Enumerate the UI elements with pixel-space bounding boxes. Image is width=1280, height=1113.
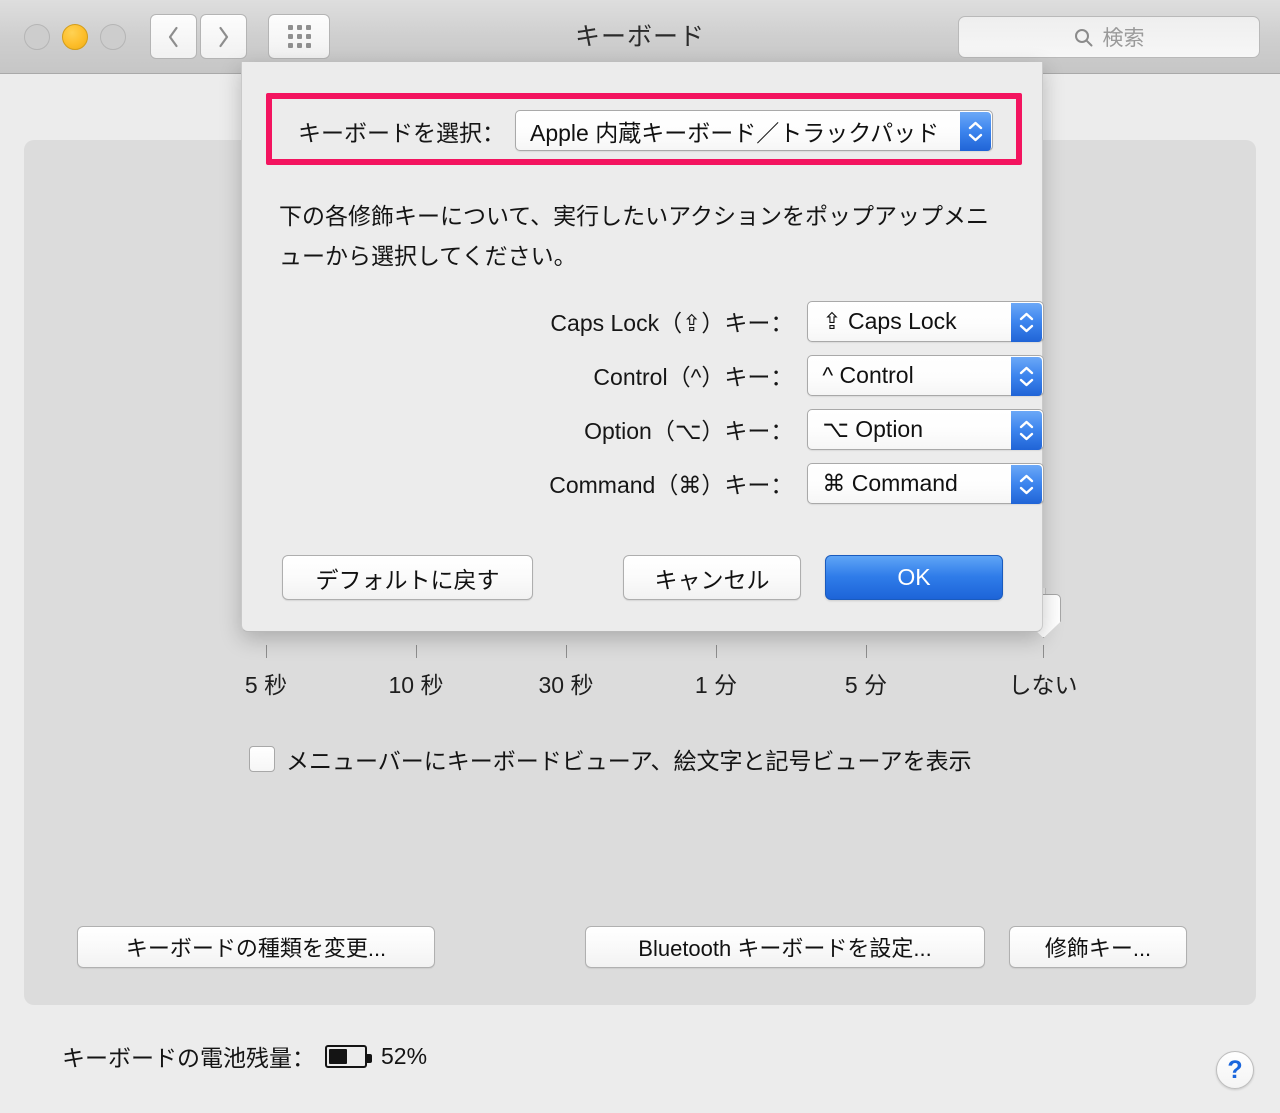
chevron-down-icon <box>1019 378 1034 386</box>
option-action-dropdown[interactable]: ⌥ Option <box>807 408 1044 450</box>
modifier-row-command: Command（⌘）キー： ⌘ Command <box>242 456 1044 510</box>
battery-icon <box>325 1044 372 1068</box>
command-action-dropdown[interactable]: ⌘ Command <box>807 462 1044 504</box>
modifier-keys-sheet: キーボードを選択： Apple 内蔵キーボード／トラックパッド 下の各修飾キーに… <box>241 62 1044 632</box>
slider-tick-label: 1 分 <box>694 672 738 698</box>
slider-tick-label: 10 秒 <box>388 672 444 698</box>
restore-defaults-button[interactable]: デフォルトに戻す <box>282 555 533 600</box>
ok-button[interactable]: OK <box>825 555 1003 600</box>
chevron-up-icon <box>1019 474 1034 482</box>
modifier-row-caps-lock: Caps Lock（⇪）キー： ⇪ Caps Lock <box>242 294 1044 348</box>
keyboard-preferences-window: キーボード 検索 5 秒 10 秒 30 秒 1 分 5 分 しない メニューバ… <box>0 0 1280 1113</box>
stepper-arrows-icon[interactable] <box>1011 464 1042 504</box>
sheet-description: 下の各修飾キーについて、実行したいアクションをポップアップメニューから選択してく… <box>279 203 990 269</box>
show-viewers-label: メニューバーにキーボードビューア、絵文字と記号ビューアを表示 <box>286 748 972 774</box>
slider-tick-label: 5 秒 <box>244 672 288 698</box>
keyboard-select-row: キーボードを選択： Apple 内蔵キーボード／トラックパッド <box>298 110 993 151</box>
stepper-arrows-icon[interactable] <box>960 112 991 151</box>
caps-lock-action-dropdown[interactable]: ⇪ Caps Lock <box>807 300 1044 342</box>
stepper-arrows-icon[interactable] <box>1011 356 1042 396</box>
modifier-key-rows: Caps Lock（⇪）キー： ⇪ Caps Lock Control（^）キー… <box>242 294 1044 510</box>
stepper-arrows-icon[interactable] <box>1011 302 1042 342</box>
modifier-row-option: Option（⌥）キー： ⌥ Option <box>242 402 1044 456</box>
modifier-label: Control（^）キー： <box>593 364 794 390</box>
battery-percent: 52% <box>381 1042 428 1069</box>
stepper-arrows-icon[interactable] <box>1011 410 1042 450</box>
chevron-down-icon <box>1019 486 1034 494</box>
slider-tick-labels: 5 秒 10 秒 30 秒 1 分 5 分 しない <box>206 666 1086 700</box>
keyboard-select-label: キーボードを選択： <box>298 119 505 146</box>
chevron-down-icon <box>1019 324 1034 332</box>
chevron-up-icon <box>1019 366 1034 374</box>
bluetooth-setup-button[interactable]: Bluetooth キーボードを設定... <box>585 926 985 968</box>
control-action-dropdown[interactable]: ^ Control <box>807 354 1044 396</box>
slider-tick-label: しない <box>1008 672 1078 698</box>
change-keyboard-type-button[interactable]: キーボードの種類を変更... <box>77 926 435 968</box>
command-action-value: ⌘ Command <box>822 469 958 496</box>
cancel-button[interactable]: キャンセル <box>623 555 801 600</box>
chevron-up-icon <box>1019 420 1034 428</box>
help-button[interactable]: ? <box>1216 1051 1254 1089</box>
slider-tick-label: 5 分 <box>844 672 888 698</box>
control-action-value: ^ Control <box>822 361 914 388</box>
show-viewers-checkbox[interactable] <box>249 746 275 772</box>
modifier-keys-button[interactable]: 修飾キー... <box>1009 926 1187 968</box>
search-placeholder: 検索 <box>1102 27 1145 50</box>
chevron-down-icon <box>968 133 983 142</box>
modifier-label: Command（⌘）キー： <box>549 472 794 498</box>
modifier-label: Caps Lock（⇪）キー： <box>550 310 794 336</box>
slider-tick-label: 30 秒 <box>538 672 594 698</box>
search-input[interactable]: 検索 <box>958 16 1260 58</box>
caps-lock-action-value: ⇪ Caps Lock <box>822 307 957 334</box>
show-viewers-checkbox-row[interactable]: メニューバーにキーボードビューア、絵文字と記号ビューアを表示 <box>249 742 972 776</box>
battery-label: キーボードの電池残量： <box>62 1045 315 1071</box>
modifier-row-control: Control（^）キー： ^ Control <box>242 348 1044 402</box>
chevron-up-icon <box>1019 312 1034 320</box>
option-action-value: ⌥ Option <box>822 415 924 442</box>
slider-tick-marks <box>246 645 1046 659</box>
battery-fill <box>329 1048 347 1064</box>
modifier-label: Option（⌥）キー： <box>584 418 794 444</box>
keyboard-select-dropdown[interactable]: Apple 内蔵キーボード／トラックパッド <box>515 110 993 151</box>
search-icon <box>1074 28 1092 46</box>
keyboard-battery-status: キーボードの電池残量： 52% <box>62 1039 427 1073</box>
keyboard-select-value: Apple 内蔵キーボード／トラックパッド <box>530 119 940 146</box>
chevron-up-icon <box>968 121 983 130</box>
chevron-down-icon <box>1019 432 1034 440</box>
